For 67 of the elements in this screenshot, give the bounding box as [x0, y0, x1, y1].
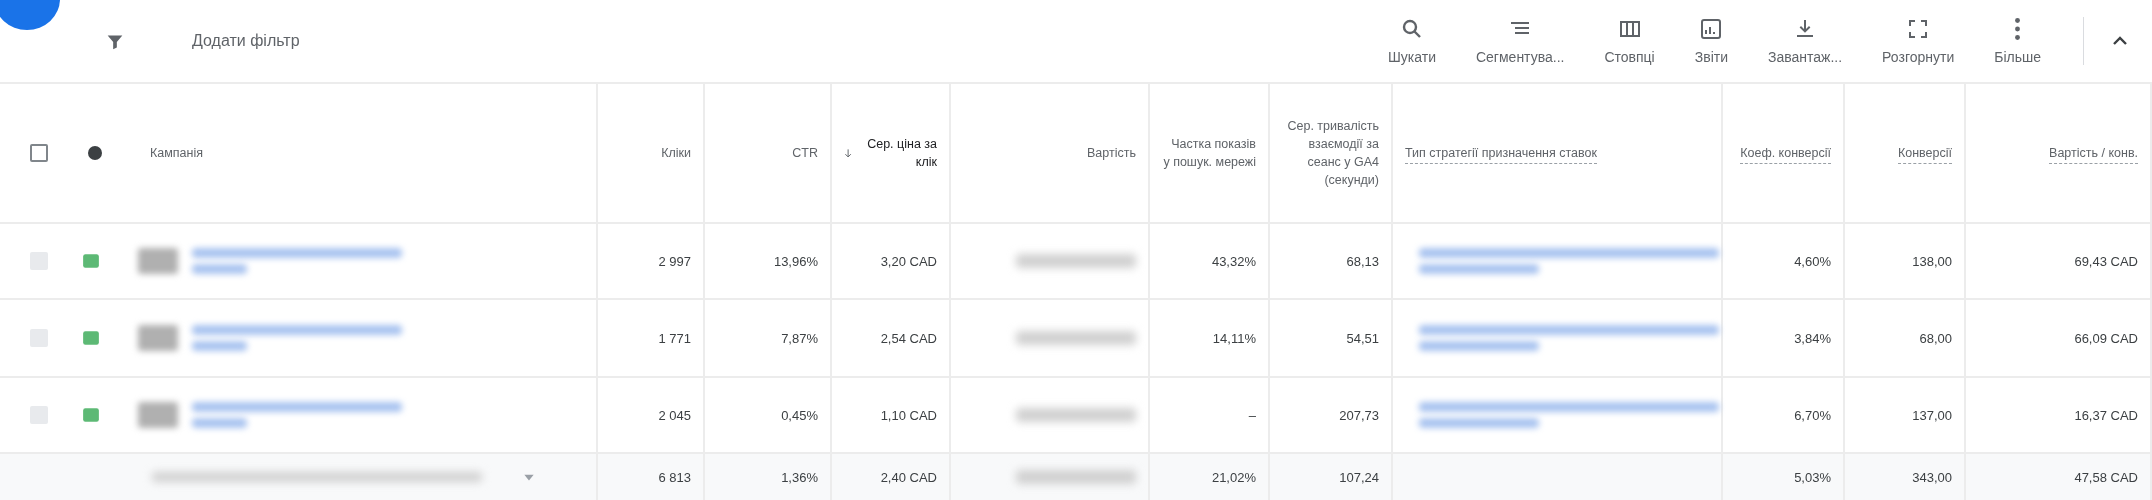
- column-header[interactable]: Частка показів у пошук. мережі: [1162, 135, 1256, 171]
- table-cell: 68,13: [1346, 253, 1379, 269]
- chart-icon: [1699, 17, 1724, 41]
- enabled-status-icon: [82, 252, 100, 270]
- total-cell: 5,03%: [1794, 469, 1831, 485]
- table-cell: 1,10 CAD: [880, 407, 937, 423]
- table-cell: 138,00: [1912, 253, 1952, 269]
- table-cell: 68,00: [1919, 330, 1952, 346]
- enabled-status-icon: [82, 329, 100, 347]
- add-filter-button[interactable]: Додати фільтр: [192, 32, 300, 50]
- column-header[interactable]: Вартість: [1087, 144, 1136, 162]
- enabled-status-icon: [82, 406, 100, 424]
- table-cell: 3,20 CAD: [880, 253, 937, 269]
- total-cell: 343,00: [1912, 469, 1952, 485]
- total-cell: 21,02%: [1211, 469, 1256, 485]
- table-cell: 54,51: [1346, 330, 1379, 346]
- table-cell: 3,84%: [1794, 330, 1831, 346]
- select-all-checkbox[interactable]: [30, 144, 48, 162]
- column-header[interactable]: Коеф. конверсії: [1740, 142, 1831, 164]
- toolbar-button[interactable]: Звіти: [1680, 7, 1742, 75]
- table-cell: 13,96%: [773, 253, 818, 269]
- column-header[interactable]: Кліки: [661, 144, 691, 162]
- table-cell: 0,45%: [781, 407, 818, 423]
- table-cell: 14,11%: [1212, 330, 1256, 346]
- table-cell: 43,32%: [1211, 253, 1256, 269]
- blurred-campaign-link[interactable]: [192, 248, 402, 274]
- campaign-type-icon: [138, 325, 178, 351]
- table-cell: 2 997: [658, 253, 691, 269]
- toolbar-button[interactable]: Завантаж...: [1754, 7, 1857, 75]
- table-cell: 7,87%: [781, 330, 818, 346]
- table-cell: 4,60%: [1794, 253, 1831, 269]
- total-cell: 6 813: [658, 469, 691, 485]
- toolbar-button[interactable]: Стовпці: [1590, 7, 1669, 75]
- toolbar-button[interactable]: Більше: [1980, 7, 2055, 75]
- campaign-type-icon: [138, 248, 178, 274]
- column-header[interactable]: CTR: [792, 144, 818, 162]
- column-header[interactable]: Тип стратегії призначення ставок: [1405, 142, 1597, 164]
- column-header[interactable]: Конверсії: [1897, 142, 1952, 164]
- toolbar-button[interactable]: Сегментува...: [1461, 7, 1579, 75]
- total-cell: 2,40 CAD: [880, 469, 937, 485]
- blurred-strategy-link[interactable]: [1419, 325, 1719, 351]
- toolbar-button[interactable]: Розгорнути: [1868, 7, 1969, 75]
- total-cell: 107,24: [1339, 469, 1379, 485]
- column-header[interactable]: Вартість / конв.: [2049, 142, 2138, 164]
- blurred-strategy-link[interactable]: [1419, 248, 1719, 274]
- table-cell: 137,00: [1912, 407, 1952, 423]
- table-cell: –: [1248, 407, 1256, 423]
- toolbar-button[interactable]: Шукати: [1374, 7, 1450, 75]
- column-header[interactable]: Сер. тривалість взаємодії за сеанс у GA4 (секунди): [1282, 117, 1379, 189]
- table-cell: 69,43 CAD: [2074, 253, 2138, 269]
- campaign-type-icon: [138, 402, 178, 428]
- table-cell: 66,09 CAD: [2074, 330, 2138, 346]
- status-dot-icon: [88, 146, 102, 160]
- total-cell: 47,58 CAD: [2074, 469, 2138, 485]
- more-icon: [2015, 18, 2021, 40]
- blurred-strategy-link[interactable]: [1419, 402, 1719, 428]
- table-cell: 2,54 CAD: [880, 330, 937, 346]
- table-cell: 207,73: [1339, 407, 1379, 423]
- column-header[interactable]: Кампанія: [150, 144, 203, 162]
- table-cell: 2 045: [658, 407, 691, 423]
- column-header[interactable]: Сер. ціна за клік: [866, 135, 937, 171]
- total-cell: 1,36%: [781, 469, 818, 485]
- table-cell: 1 771: [658, 330, 691, 346]
- blurred-campaign-link[interactable]: [192, 402, 402, 428]
- table-cell: 6,70%: [1794, 407, 1831, 423]
- table-cell: 16,37 CAD: [2074, 407, 2138, 423]
- blurred-campaign-link[interactable]: [192, 325, 402, 351]
